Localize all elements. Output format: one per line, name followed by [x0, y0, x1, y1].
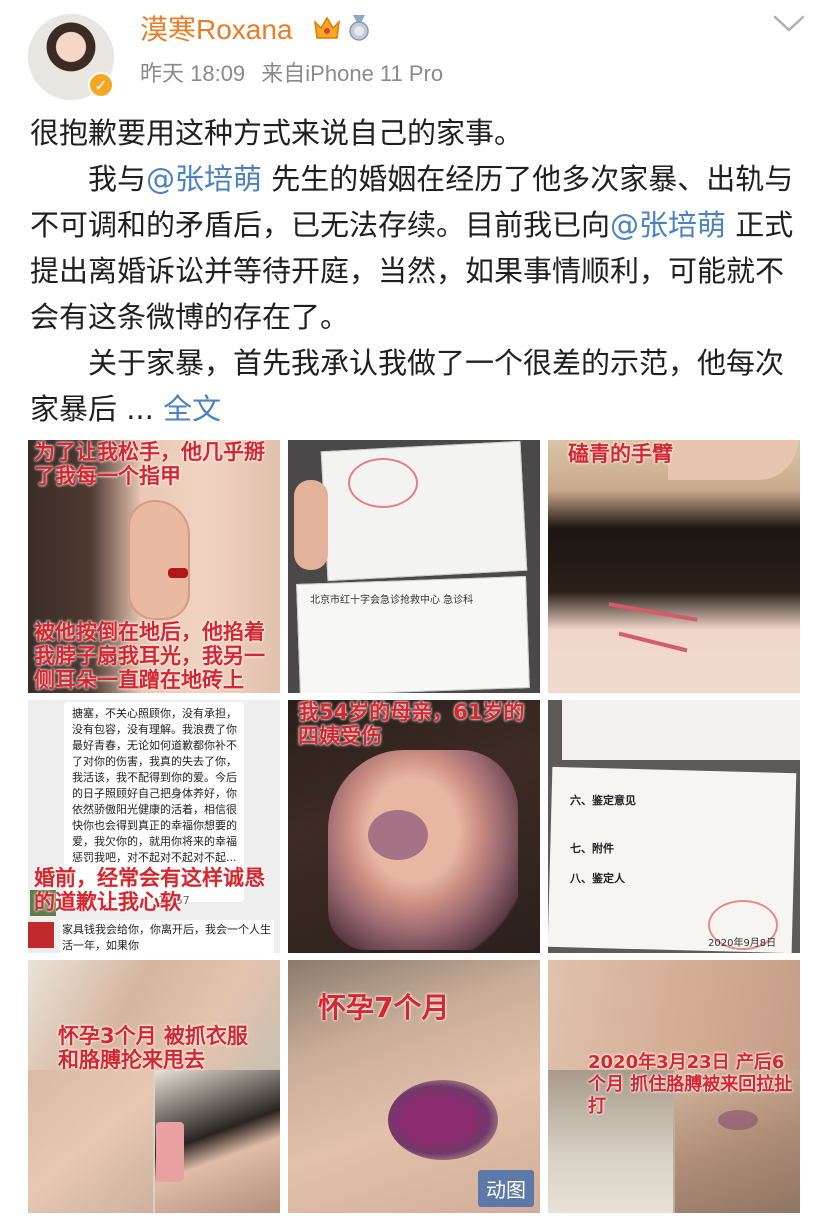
read-more-link[interactable]: 全文 [163, 392, 221, 426]
photo-ear-injury[interactable]: 为了让我松手，他几乎掰了我每一个指甲 被他按倒在地后，他掐着我脖子扇我耳光，我另… [28, 440, 280, 693]
chat-message: 家具钱我会给你，你离开后，我会一个人生活一年，如果你 [60, 920, 274, 953]
photo-arm-injury-collage[interactable]: 怀孕3个月 被抓衣服和胳膊抡来甩去 [28, 960, 280, 1213]
image-grid: 为了让我松手，他几乎掰了我每一个指甲 被他按倒在地后，他掐着我脖子扇我耳光，我另… [28, 440, 800, 1213]
document-heading: 八、鉴定人 [570, 872, 625, 885]
medal-icon[interactable] [346, 14, 372, 42]
photo-caption: 怀孕7个月 [318, 991, 450, 1024]
photo-hand-injury[interactable]: 我54岁的母亲，61岁的四姨受伤 [288, 700, 540, 953]
post-text-fragment: 我与 [88, 162, 147, 196]
verified-badge-icon: ✓ [88, 72, 114, 98]
post-source: 来自iPhone 11 Pro [261, 61, 444, 86]
post-text-fragment: 关于家暴，首先我承认我做了一个很差的示范，他每次家暴后 ... [30, 346, 785, 426]
photo-postpartum-injury[interactable]: 2020年3月23日 产后6个月 抓住胳膊被来回拉扯打 [548, 960, 800, 1213]
gif-badge: 动图 [478, 1170, 534, 1207]
username[interactable]: 漠寒Roxana [140, 8, 293, 48]
chevron-down-icon[interactable] [772, 14, 806, 34]
post-paragraph-2: 我与@张培萌 先生的婚姻在经历了他多次家暴、出轨与不可调和的矛盾后，已无法存续。… [30, 156, 806, 340]
mention-link[interactable]: @张培萌 [146, 162, 262, 196]
crown-icon[interactable] [312, 14, 342, 42]
photo-arm-bruise[interactable]: 怀孕7个月 动图 [288, 960, 540, 1213]
photo-caption: 我54岁的母亲，61岁的四姨受伤 [298, 700, 525, 748]
document-heading: 六、鉴定意见 [570, 794, 636, 807]
document-date: 2020年9月8日 [708, 938, 777, 949]
avatar [28, 922, 54, 948]
photo-caption: 被他按倒在地后，他掐着我脖子扇我耳光，我另一侧耳朵一直蹭在地砖上 [34, 620, 265, 692]
post-paragraph-3: 关于家暴，首先我承认我做了一个很差的示范，他每次家暴后 ... 全文 [30, 340, 806, 432]
post-header: ✓ 漠寒Roxana 昨天 18:09 来自iPhone 11 Pro [0, 0, 828, 110]
mention-link[interactable]: @张培萌 [610, 208, 726, 242]
photo-caption: 为了让我松手，他几乎掰了我每一个指甲 [34, 440, 265, 488]
photo-appraisal-document[interactable]: 六、鉴定意见 七、附件 八、鉴定人 2020年9月8日 [548, 700, 800, 953]
photo-caption: 怀孕3个月 被抓衣服和胳膊抡来甩去 [58, 1024, 248, 1072]
avatar[interactable]: ✓ [28, 14, 114, 100]
post-paragraph-1: 很抱歉要用这种方式来说自己的家事。 [30, 116, 524, 150]
post-meta: 昨天 18:09 来自iPhone 11 Pro [140, 56, 453, 88]
document-heading: 七、附件 [570, 842, 614, 855]
post-text: 很抱歉要用这种方式来说自己的家事。 我与@张培萌 先生的婚姻在经历了他多次家暴、… [30, 110, 806, 432]
post-time: 昨天 18:09 [140, 61, 246, 86]
photo-caption: 磕青的手臂 [568, 442, 673, 466]
photo-neck-injury[interactable]: 磕青的手臂 [548, 440, 800, 693]
photo-chat-screenshot[interactable]: 搪塞，不关心照顾你，没有承担，没有包容，没有理解。我浪费了你最好青春，无论如何道… [28, 700, 280, 953]
photo-caption: 2020年3月23日 产后6个月 抓住胳膊被来回拉扯打 [588, 1052, 793, 1117]
photo-medical-documents[interactable]: 北京市红十字会急诊抢救中心 急诊科 [288, 440, 540, 693]
photo-caption: 婚前，经常会有这样诚恳的道歉让我心软 [34, 866, 265, 914]
document-title: 北京市红十字会急诊抢救中心 急诊科 [310, 595, 474, 606]
